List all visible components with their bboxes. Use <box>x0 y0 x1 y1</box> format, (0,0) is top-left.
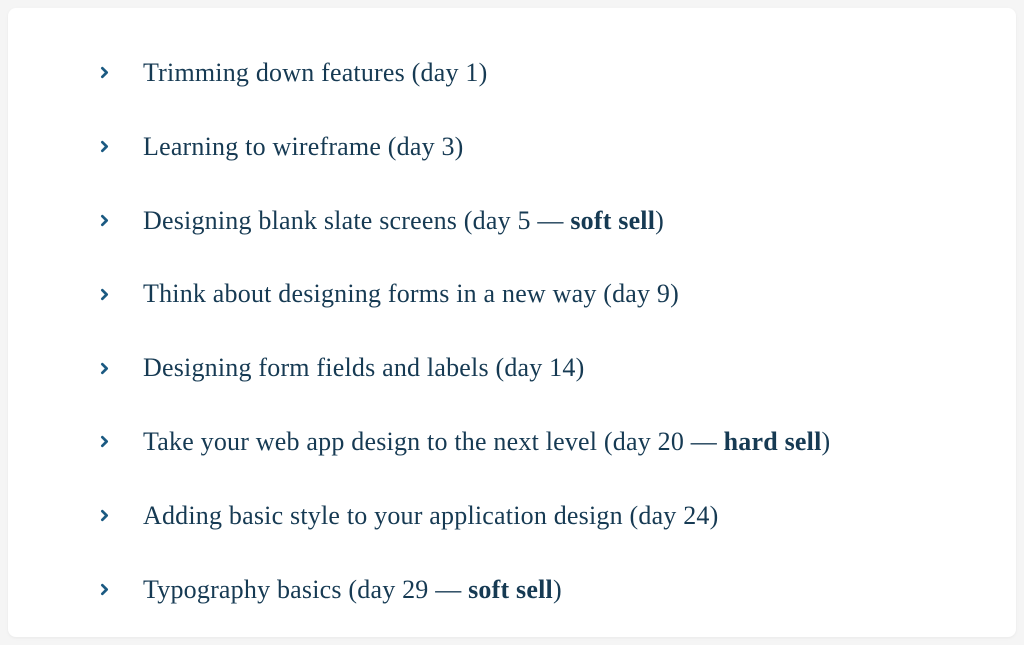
list-item: Take your web app design to the next lev… <box>98 425 966 459</box>
list-item-text: Take your web app design to the next lev… <box>143 425 830 459</box>
list-item-text: Typography basics (day 29 — soft sell) <box>143 573 562 607</box>
chevron-right-icon <box>98 288 111 301</box>
list-item-text: Learning to wireframe (day 3) <box>143 130 464 164</box>
list-item-text: Adding basic style to your application d… <box>143 499 718 533</box>
chevron-right-icon <box>98 140 111 153</box>
list-item: Typography basics (day 29 — soft sell) <box>98 573 966 607</box>
list-item: Adding basic style to your application d… <box>98 499 966 533</box>
list-item: Designing blank slate screens (day 5 — s… <box>98 204 966 238</box>
chevron-right-icon <box>98 509 111 522</box>
chevron-right-icon <box>98 583 111 596</box>
chevron-right-icon <box>98 66 111 79</box>
chevron-right-icon <box>98 362 111 375</box>
list-item: Think about designing forms in a new way… <box>98 277 966 311</box>
list-item-text: Think about designing forms in a new way… <box>143 277 679 311</box>
list-item-text: Trimming down features (day 1) <box>143 56 487 90</box>
lesson-list: Trimming down features (day 1) Learning … <box>98 56 966 606</box>
list-item: Designing form fields and labels (day 14… <box>98 351 966 385</box>
list-item: Trimming down features (day 1) <box>98 56 966 90</box>
list-item: Learning to wireframe (day 3) <box>98 130 966 164</box>
list-item-text: Designing form fields and labels (day 14… <box>143 351 584 385</box>
content-card: Trimming down features (day 1) Learning … <box>8 8 1016 637</box>
list-item-text: Designing blank slate screens (day 5 — s… <box>143 204 664 238</box>
chevron-right-icon <box>98 435 111 448</box>
chevron-right-icon <box>98 214 111 227</box>
